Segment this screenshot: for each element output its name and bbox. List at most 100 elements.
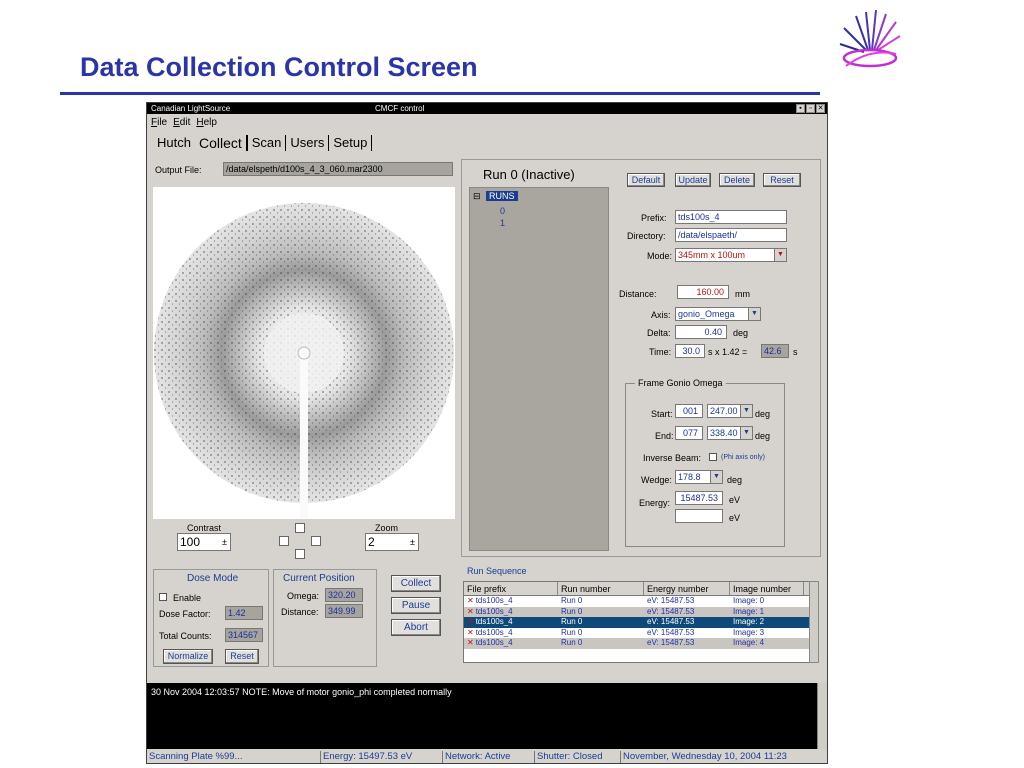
run-tree[interactable]: ⊟ RUNS 0 1 [469,187,609,551]
delete-x-icon[interactable]: ✕ [467,617,474,626]
dropdown-arrow-icon[interactable]: ▼ [774,249,786,261]
distance-label: Distance: [619,289,657,299]
time-multiplier: s x 1.42 = [708,347,748,357]
column-header-file-prefix[interactable]: File prefix [464,582,558,595]
pan-left-icon[interactable] [279,536,289,546]
zoom-label: Zoom [375,523,399,533]
normalize-button[interactable]: Normalize [163,649,213,664]
tab-bar: Hutch Collect Scan Users Setup [153,133,373,151]
table-row[interactable]: ✕ tds100s_4 Run 0 eV: 15487.53 Image: 0 [464,596,818,607]
energy2-unit: eV [729,513,741,523]
title-divider [60,92,820,95]
tab-scan[interactable]: Scan [246,135,287,151]
delta-unit: deg [733,328,749,338]
time-unit: s [793,347,798,357]
dropdown-arrow-icon[interactable]: ▼ [740,427,752,439]
table-row[interactable]: ✕ tds100s_4 Run 0 eV: 15487.53 Image: 3 [464,628,818,639]
contrast-spinner[interactable]: 100 ± [177,533,231,551]
dose-factor-label: Dose Factor: [159,609,211,619]
dose-reset-button[interactable]: Reset [225,649,259,664]
energy2-field[interactable] [675,509,723,523]
tab-users[interactable]: Users [286,135,330,151]
log-scrollbar[interactable] [817,683,827,749]
update-button[interactable]: Update [675,173,711,187]
sequence-scrollbar[interactable] [809,581,819,663]
output-file-field[interactable]: /data/elspeth/d100s_4_3_060.mar2300 [223,162,453,176]
dose-factor-field[interactable]: 1.42 [225,606,263,620]
tree-collapse-icon[interactable]: ⊟ [473,191,481,202]
dose-enable-label: Enable [173,593,202,603]
column-header-energy-number[interactable]: Energy number [644,582,730,595]
close-button[interactable]: ✕ [816,104,825,113]
tab-setup[interactable]: Setup [329,135,373,151]
delta-field[interactable]: 0.40 [675,325,727,339]
time-field[interactable]: 30.0 [675,344,705,358]
minimize-button[interactable]: ▪ [796,104,805,113]
dose-enable-checkbox[interactable] [159,593,167,601]
pan-up-icon[interactable] [295,523,305,533]
column-header-image-number[interactable]: Image number [730,582,804,595]
default-button[interactable]: Default [627,173,665,187]
start-angle-select[interactable]: 247.00 ▼ [707,404,753,418]
message-log: 30 Nov 2004 12:03:57 NOTE: Move of motor… [147,683,817,749]
inverse-beam-label: Inverse Beam: [643,453,702,463]
abort-button[interactable]: Abort [391,619,441,636]
prefix-field[interactable]: tds100s_4 [675,210,787,224]
prefix-label: Prefix: [641,213,667,223]
delete-button[interactable]: Delete [719,173,755,187]
pause-button[interactable]: Pause [391,597,441,614]
end-label: End: [655,431,674,441]
mode-select[interactable]: 345mm x 100um ▼ [675,248,787,262]
time-label: Time: [649,347,672,357]
tree-node-1[interactable]: 1 [500,218,505,228]
distance-field[interactable]: 160.00 [677,285,729,299]
delete-x-icon[interactable]: ✕ [467,596,474,605]
status-energy: Energy: 15497.53 eV [321,751,443,763]
pan-control[interactable] [279,523,323,559]
tree-node-0[interactable]: 0 [500,206,505,216]
dropdown-arrow-icon[interactable]: ▼ [710,471,722,483]
diffraction-image-viewer[interactable] [153,187,455,519]
run-sequence-title: Run Sequence [467,566,527,576]
spinner-arrows-icon[interactable]: ± [410,534,415,550]
table-row[interactable]: ✕ tds100s_4 Run 0 eV: 15487.53 Image: 4 [464,638,818,649]
inverse-beam-checkbox[interactable] [709,453,717,461]
menu-edit[interactable]: Edit [173,117,190,128]
pan-right-icon[interactable] [311,536,321,546]
axis-label: Axis: [651,310,671,320]
dropdown-arrow-icon[interactable]: ▼ [748,308,760,320]
start-frame-field[interactable]: 001 [675,404,703,418]
tab-collect[interactable]: Collect [195,135,247,151]
mode-label: Mode: [647,251,673,261]
zoom-spinner[interactable]: 2 ± [365,533,419,551]
delete-x-icon[interactable]: ✕ [467,628,474,637]
delete-x-icon[interactable]: ✕ [467,607,474,616]
end-frame-field[interactable]: 077 [675,426,703,440]
delete-x-icon[interactable]: ✕ [467,638,474,647]
pan-down-icon[interactable] [295,549,305,559]
menu-bar: File Edit Help [151,117,217,128]
axis-select[interactable]: gonio_Omega ▼ [675,307,761,321]
run-sequence-table[interactable]: File prefix Run number Energy number Ima… [463,581,819,663]
status-scanning: Scanning Plate %99... [147,751,321,763]
energy-field[interactable]: 15487.53 [675,491,723,505]
cmcf-control-window: Canadian LightSource CMCF control ▪ ▫ ✕ … [146,102,828,764]
maximize-button[interactable]: ▫ [806,104,815,113]
dropdown-arrow-icon[interactable]: ▼ [740,405,752,417]
tab-hutch[interactable]: Hutch [153,135,195,151]
status-datetime: November, Wednesday 10, 2004 11:23 [623,751,787,762]
diffraction-pattern-icon [154,203,454,519]
wedge-select[interactable]: 178.8 ▼ [675,470,723,484]
end-unit: deg [755,431,771,441]
column-header-run-number[interactable]: Run number [558,582,644,595]
table-row[interactable]: ✕ tds100s_4 Run 0 eV: 15487.53 Image: 2 [464,617,818,628]
menu-file[interactable]: File [151,117,167,128]
table-row[interactable]: ✕ tds100s_4 Run 0 eV: 15487.53 Image: 1 [464,606,818,617]
end-angle-select[interactable]: 338.40 ▼ [707,426,753,440]
collect-button[interactable]: Collect [391,575,441,592]
directory-field[interactable]: /data/elspaeth/ [675,228,787,242]
spinner-arrows-icon[interactable]: ± [222,534,227,550]
form-reset-button[interactable]: Reset [763,173,801,187]
tree-root-runs[interactable]: RUNS [486,191,518,201]
menu-help[interactable]: Help [196,117,217,128]
